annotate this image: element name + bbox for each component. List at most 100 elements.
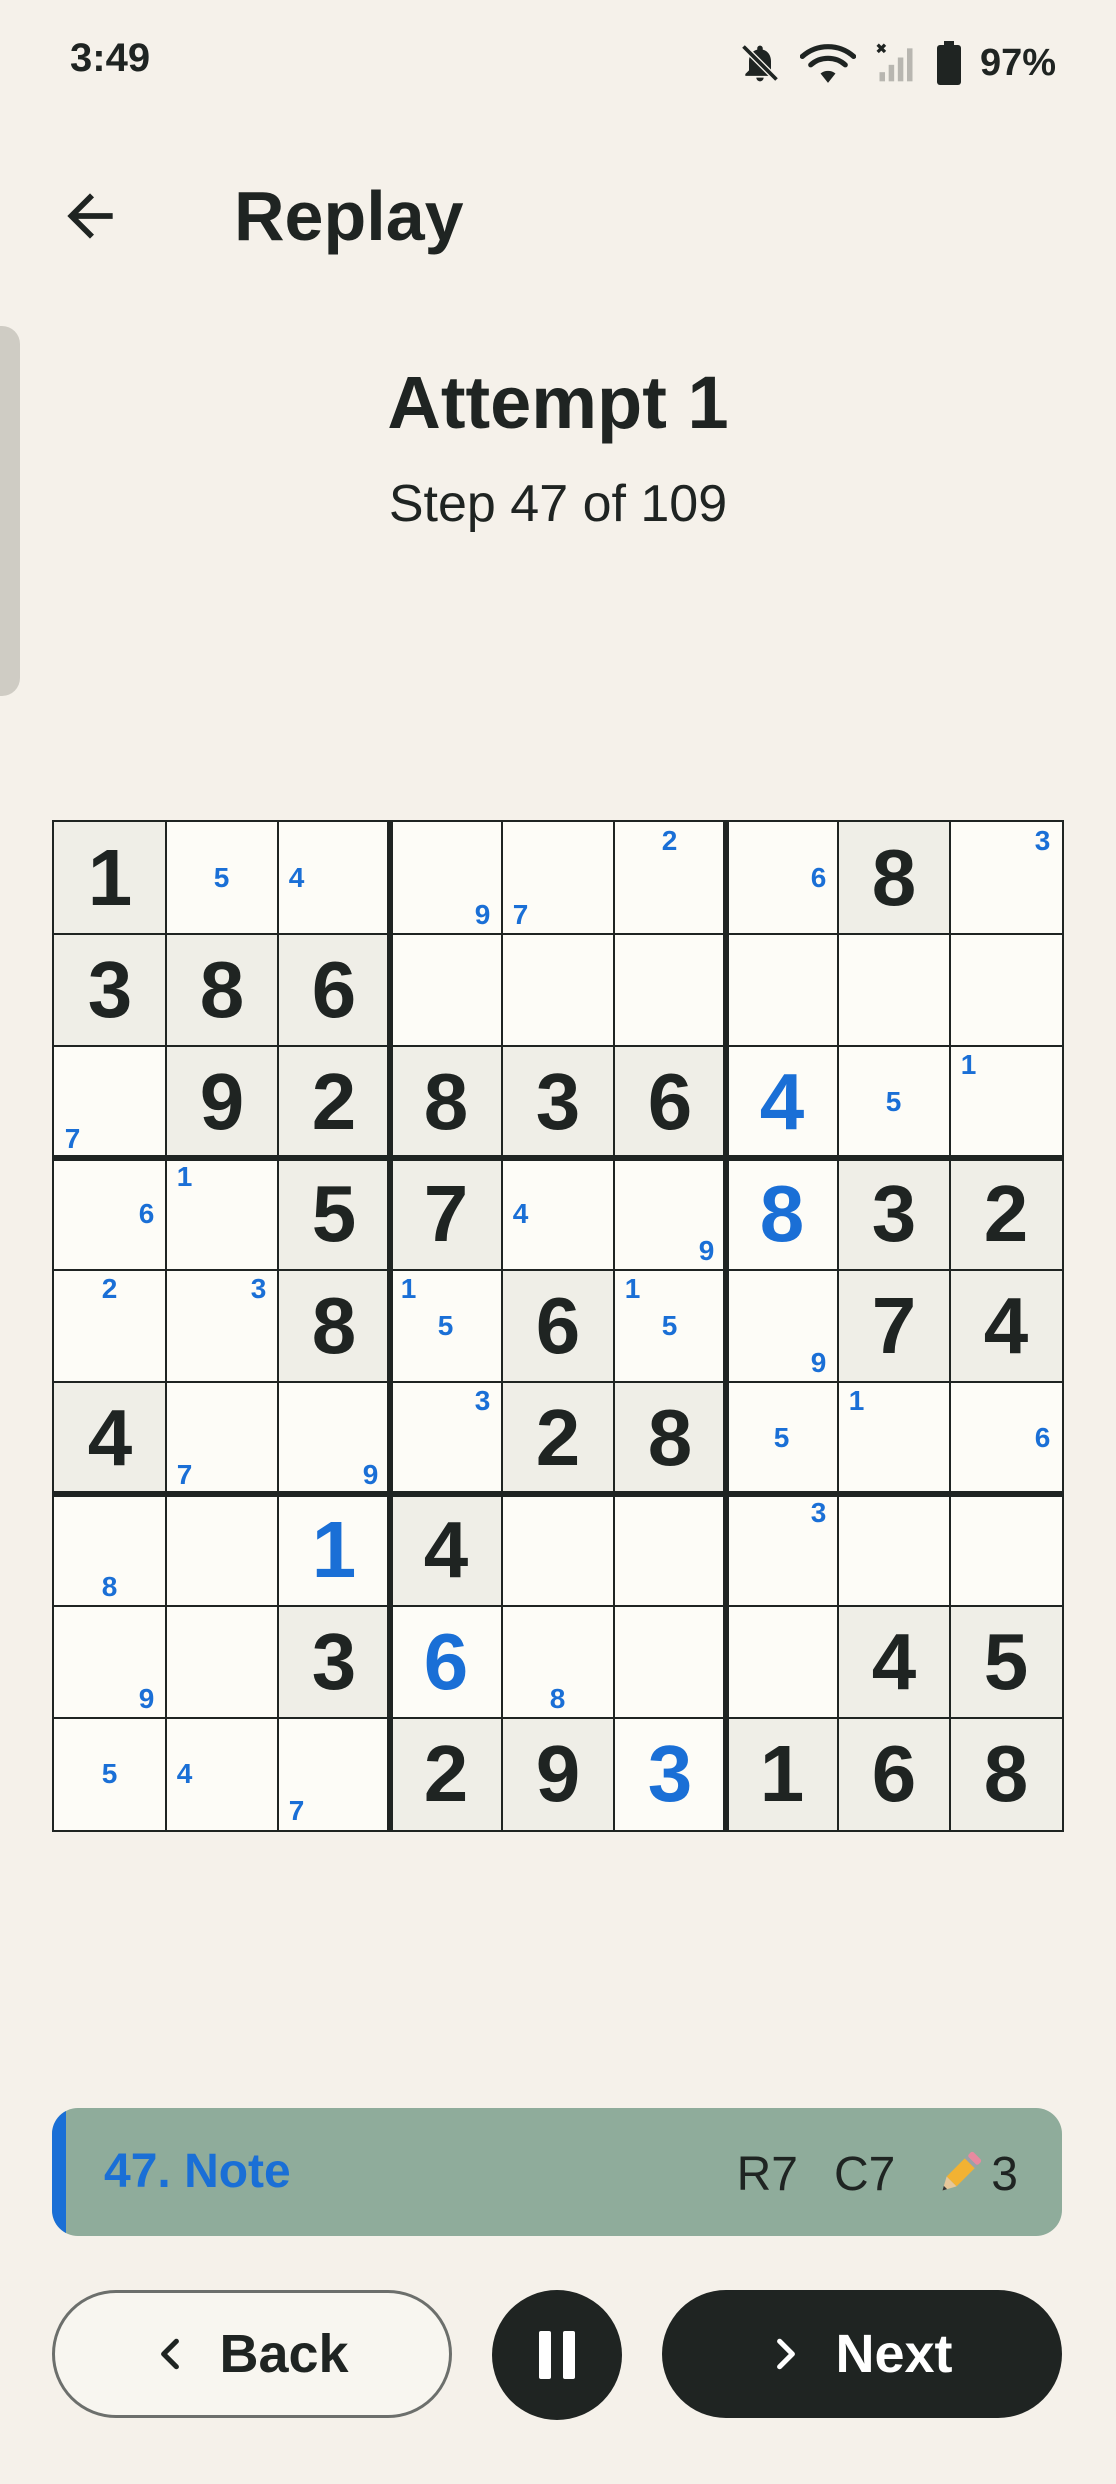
cell-r5c7[interactable]: 9: [726, 1270, 838, 1382]
cell-r2c2[interactable]: 8: [166, 934, 278, 1046]
cell-r4c7[interactable]: 8: [726, 1158, 838, 1270]
cell-r4c5[interactable]: 4: [502, 1158, 614, 1270]
cell-r2c3[interactable]: 6: [278, 934, 390, 1046]
cell-r1c2[interactable]: 5: [166, 822, 278, 934]
cell-r5c8[interactable]: 7: [838, 1270, 950, 1382]
cell-r3c1[interactable]: 7: [54, 1046, 166, 1158]
cell-r8c3[interactable]: 3: [278, 1606, 390, 1718]
cell-r6c5[interactable]: 2: [502, 1382, 614, 1494]
cell-r4c1[interactable]: 6: [54, 1158, 166, 1270]
cell-r9c4[interactable]: 2: [390, 1718, 502, 1830]
cell-r7c6[interactable]: [614, 1494, 726, 1606]
cell-r1c8[interactable]: 8: [838, 822, 950, 934]
pencil-note: 9: [362, 1458, 379, 1490]
back-button[interactable]: Back: [52, 2290, 452, 2418]
cell-r7c1[interactable]: 8: [54, 1494, 166, 1606]
log-step-label: 47. Note: [104, 2145, 291, 2198]
cell-r8c4[interactable]: 6: [390, 1606, 502, 1718]
cell-r4c3[interactable]: 5: [278, 1158, 390, 1270]
cell-r8c9[interactable]: 5: [950, 1606, 1062, 1718]
given-digit: 7: [423, 1169, 469, 1258]
cell-r2c6[interactable]: [614, 934, 726, 1046]
cell-r7c3[interactable]: 1: [278, 1494, 390, 1606]
cell-r6c7[interactable]: 5: [726, 1382, 838, 1494]
cell-r8c2[interactable]: [166, 1606, 278, 1718]
cell-r8c5[interactable]: 8: [502, 1606, 614, 1718]
cell-r5c5[interactable]: 6: [502, 1270, 614, 1382]
cell-r7c7[interactable]: 3: [726, 1494, 838, 1606]
cell-r3c2[interactable]: 9: [166, 1046, 278, 1158]
cell-r3c7[interactable]: 4: [726, 1046, 838, 1158]
cell-r9c8[interactable]: 6: [838, 1718, 950, 1830]
back-arrow-button[interactable]: [56, 182, 124, 250]
cell-r5c3[interactable]: 8: [278, 1270, 390, 1382]
cell-r2c8[interactable]: [838, 934, 950, 1046]
cell-r6c4[interactable]: 3: [390, 1382, 502, 1494]
cell-r9c5[interactable]: 9: [502, 1718, 614, 1830]
cell-r9c2[interactable]: 4: [166, 1718, 278, 1830]
given-digit: 3: [535, 1057, 581, 1146]
cell-r4c4[interactable]: 7: [390, 1158, 502, 1270]
cell-r1c7[interactable]: 6: [726, 822, 838, 934]
cell-r9c7[interactable]: 1: [726, 1718, 838, 1830]
cell-r3c5[interactable]: 3: [502, 1046, 614, 1158]
cell-r6c6[interactable]: 8: [614, 1382, 726, 1494]
cell-r6c8[interactable]: 1: [838, 1382, 950, 1494]
cell-r9c6[interactable]: 3: [614, 1718, 726, 1830]
pencil-note: 9: [698, 1234, 715, 1266]
cell-r5c6[interactable]: 15: [614, 1270, 726, 1382]
cell-r4c6[interactable]: 9: [614, 1158, 726, 1270]
cell-r3c4[interactable]: 8: [390, 1046, 502, 1158]
cell-r7c4[interactable]: 4: [390, 1494, 502, 1606]
cell-r1c1[interactable]: 1: [54, 822, 166, 934]
cell-r5c1[interactable]: 2: [54, 1270, 166, 1382]
pause-button[interactable]: [492, 2290, 622, 2420]
given-digit: 5: [983, 1617, 1029, 1706]
cell-r7c2[interactable]: [166, 1494, 278, 1606]
pencil-note: 1: [176, 1160, 193, 1192]
cell-r8c7[interactable]: [726, 1606, 838, 1718]
attempt-title: Attempt 1: [387, 361, 729, 444]
cell-r1c6[interactable]: 2: [614, 822, 726, 934]
cell-r4c8[interactable]: 3: [838, 1158, 950, 1270]
cell-r5c2[interactable]: 3: [166, 1270, 278, 1382]
cell-r3c8[interactable]: 5: [838, 1046, 950, 1158]
step-log-entry: 47. Note R7 C7 3: [52, 2108, 1062, 2236]
pencil-note: 3: [250, 1272, 267, 1304]
cell-r6c9[interactable]: 6: [950, 1382, 1062, 1494]
cell-r1c5[interactable]: 7: [502, 822, 614, 934]
user-digit: 8: [759, 1169, 805, 1258]
next-button[interactable]: Next: [662, 2290, 1062, 2418]
cell-r1c9[interactable]: 3: [950, 822, 1062, 934]
given-digit: 8: [647, 1393, 693, 1482]
cell-r5c4[interactable]: 15: [390, 1270, 502, 1382]
cell-r2c5[interactable]: [502, 934, 614, 1046]
cell-r3c9[interactable]: 1: [950, 1046, 1062, 1158]
cell-r8c1[interactable]: 9: [54, 1606, 166, 1718]
cell-r8c8[interactable]: 4: [838, 1606, 950, 1718]
cell-r7c8[interactable]: [838, 1494, 950, 1606]
cell-r5c9[interactable]: 4: [950, 1270, 1062, 1382]
cell-r1c3[interactable]: 4: [278, 822, 390, 934]
cell-r2c9[interactable]: [950, 934, 1062, 1046]
cell-r2c4[interactable]: [390, 934, 502, 1046]
cell-r6c1[interactable]: 4: [54, 1382, 166, 1494]
cell-r2c7[interactable]: [726, 934, 838, 1046]
cell-r2c1[interactable]: 3: [54, 934, 166, 1046]
cell-r3c6[interactable]: 6: [614, 1046, 726, 1158]
cell-r4c2[interactable]: 1: [166, 1158, 278, 1270]
wifi-icon: [799, 44, 856, 83]
cell-r8c6[interactable]: [614, 1606, 726, 1718]
cell-r6c2[interactable]: 7: [166, 1382, 278, 1494]
cell-r3c3[interactable]: 2: [278, 1046, 390, 1158]
cell-r9c3[interactable]: 7: [278, 1718, 390, 1830]
cell-r4c9[interactable]: 2: [950, 1158, 1062, 1270]
arrow-left-icon: [67, 193, 113, 239]
cell-r1c4[interactable]: 9: [390, 822, 502, 934]
cell-r7c9[interactable]: [950, 1494, 1062, 1606]
cell-r9c9[interactable]: 8: [950, 1718, 1062, 1830]
cell-r7c5[interactable]: [502, 1494, 614, 1606]
given-digit: 8: [871, 833, 917, 922]
cell-r6c3[interactable]: 9: [278, 1382, 390, 1494]
cell-r9c1[interactable]: 5: [54, 1718, 166, 1830]
